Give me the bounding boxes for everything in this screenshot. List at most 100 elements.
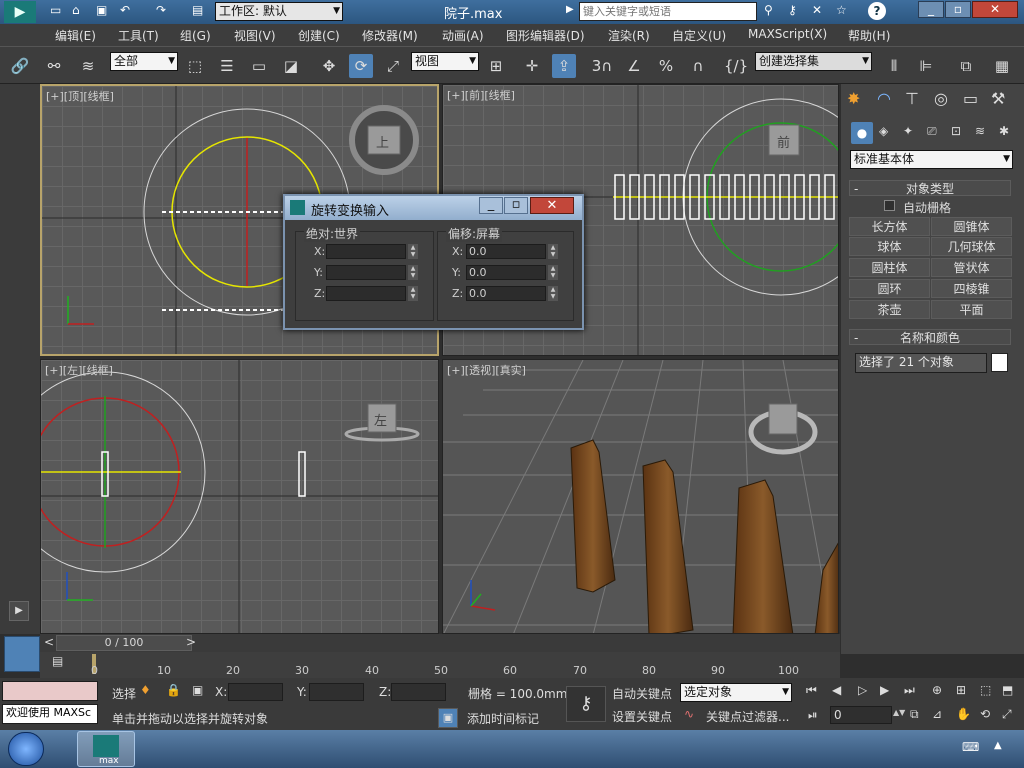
geometry-icon[interactable]: ● — [851, 122, 873, 144]
geosphere-button[interactable]: 几何球体 — [931, 237, 1012, 256]
viewport-top-label[interactable]: [+][顶][线框] — [46, 88, 114, 104]
cylinder-button[interactable]: 圆柱体 — [849, 258, 930, 277]
snap-toggle-icon[interactable]: 3∩ — [590, 54, 614, 78]
name-color-rollout[interactable]: - 名称和颜色 — [849, 329, 1011, 345]
window-crossing-icon[interactable]: ◪ — [279, 54, 303, 78]
key-mode-dropdown[interactable]: 选定对象 ▼ — [680, 683, 792, 702]
off-x-spinner[interactable]: ▲ ▼ — [548, 244, 558, 259]
redo-icon[interactable]: ↷ — [156, 3, 166, 17]
scale-icon[interactable]: ⤢ — [381, 54, 405, 78]
modify-tab-icon[interactable]: ◠ — [877, 89, 891, 108]
favorite-icon[interactable]: ☆ — [836, 3, 847, 17]
menu-help[interactable]: 帮助(H) — [848, 27, 890, 44]
tube-button[interactable]: 管状体 — [931, 258, 1012, 277]
viewcube-top-face[interactable]: 上 — [376, 132, 389, 151]
spacewarps-icon[interactable]: ≋ — [975, 124, 985, 138]
dialog-close-button[interactable]: ✕ — [530, 197, 574, 214]
pyramid-button[interactable]: 四棱锥 — [931, 279, 1012, 298]
zoom-extents-icon[interactable]: ⬚ — [980, 683, 991, 697]
edit-named-selection-icon[interactable]: {/} — [724, 54, 748, 78]
frame-spinner[interactable]: ▲▼ — [893, 708, 905, 717]
workspace-dropdown[interactable]: 工作区: 默认 ▼ — [215, 2, 343, 21]
search-input[interactable] — [579, 2, 757, 21]
off-y-field[interactable]: 0.0 — [466, 265, 546, 280]
object-color-swatch[interactable] — [991, 353, 1008, 372]
maxscript-listener-field[interactable]: 欢迎使用 MAXSc — [2, 704, 98, 724]
new-file-icon[interactable]: ▭ — [50, 3, 61, 17]
search-arrow-icon[interactable]: ▶ — [566, 4, 574, 15]
menu-maxscript[interactable]: MAXScript(X) — [748, 27, 827, 41]
create-tab-icon[interactable]: ✸ — [847, 89, 860, 108]
current-frame-field[interactable]: 0 — [830, 706, 892, 724]
display-tab-icon[interactable]: ▭ — [963, 89, 978, 108]
key-mode-toggle-icon[interactable]: ⏯ — [808, 708, 818, 723]
show-desktop-arrow-icon[interactable]: ▲ — [994, 740, 1002, 751]
dialog-title-bar[interactable]: 旋转变换输入 _ ▫ ✕ — [285, 196, 582, 220]
rotate-icon[interactable]: ⟳ — [349, 54, 373, 78]
motion-tab-icon[interactable]: ◎ — [934, 89, 948, 108]
x-coord-field[interactable] — [228, 683, 283, 701]
dialog-minimize-button[interactable]: _ — [479, 197, 503, 214]
primitive-category-dropdown[interactable]: 标准基本体 ▼ — [850, 150, 1013, 169]
time-next-icon[interactable]: > — [186, 635, 196, 649]
absolute-mode-icon[interactable]: ▣ — [192, 683, 203, 697]
time-slider-thumb[interactable]: 0 / 100 — [56, 635, 192, 651]
teapot-button[interactable]: 茶壶 — [849, 300, 930, 319]
rect-selection-icon[interactable]: ▭ — [247, 54, 271, 78]
spinner-snap-icon[interactable]: ∩ — [686, 54, 710, 78]
maxscript-mini-button[interactable]: ▶ — [9, 601, 29, 621]
time-slider[interactable]: < 0 / 100 > — [40, 634, 840, 652]
mirror-icon[interactable]: ⫴ — [882, 54, 906, 78]
lock-selection-icon[interactable]: 🔒 — [166, 683, 181, 697]
zoom-icon[interactable]: ⊕ — [932, 683, 942, 697]
selection-filter-dropdown[interactable]: 全部 ▼ — [110, 52, 178, 71]
named-selection-dropdown[interactable]: 创建选择集 ▼ — [755, 52, 872, 71]
hierarchy-tab-icon[interactable]: ⊤ — [905, 89, 919, 108]
angle-snap-icon[interactable]: ∠ — [622, 54, 646, 78]
viewport-perspective[interactable]: [+][透视][真实] — [442, 359, 839, 634]
help-icon[interactable]: ? — [868, 2, 886, 20]
cone-button[interactable]: 圆锥体 — [931, 217, 1012, 236]
abs-x-field[interactable] — [326, 244, 406, 259]
viewport-left[interactable]: 左 [+][左][线框] — [40, 359, 439, 634]
open-file-icon[interactable]: ⌂ — [72, 3, 80, 17]
time-prev-icon[interactable]: < — [44, 635, 54, 649]
object-name-field[interactable]: 选择了 21 个对象 — [855, 353, 987, 373]
field-of-view-icon[interactable]: ⊿ — [932, 707, 942, 721]
close-button[interactable]: ✕ — [972, 1, 1018, 18]
app-logo-icon[interactable]: ▶ — [4, 1, 36, 23]
menu-graph-editors[interactable]: 图形编辑器(D) — [506, 27, 585, 44]
dialog-maximize-button[interactable]: ▫ — [504, 197, 528, 214]
binoculars-icon[interactable]: ⚲ — [764, 3, 773, 17]
pan-icon[interactable]: ✋ — [956, 707, 971, 721]
prev-frame-icon[interactable]: ◀ — [832, 683, 841, 697]
box-button[interactable]: 长方体 — [849, 217, 930, 236]
set-key-button[interactable]: 设置关键点 — [612, 708, 672, 725]
minimize-button[interactable]: _ — [918, 1, 944, 18]
menu-create[interactable]: 创建(C) — [298, 27, 340, 44]
save-file-icon[interactable]: ▣ — [96, 3, 107, 17]
restore-button[interactable]: ▫ — [945, 1, 971, 18]
abs-z-spinner[interactable]: ▲ ▼ — [408, 286, 418, 301]
menu-edit[interactable]: 编辑(E) — [55, 27, 96, 44]
orbit-icon[interactable]: ⟲ — [980, 707, 990, 721]
menu-tools[interactable]: 工具(T) — [118, 27, 159, 44]
torus-button[interactable]: 圆环 — [849, 279, 930, 298]
select-manipulate-icon[interactable]: ✛ — [520, 54, 544, 78]
time-config-icon[interactable]: ⧉ — [910, 707, 919, 722]
autogrid-checkbox[interactable] — [884, 200, 895, 211]
menu-views[interactable]: 视图(V) — [234, 27, 276, 44]
graphite-tools-icon[interactable]: ▦ — [990, 54, 1014, 78]
menu-modifiers[interactable]: 修改器(M) — [362, 27, 418, 44]
link-icon[interactable]: 🔗 — [8, 54, 32, 78]
add-time-tag-label[interactable]: 添加时间标记 — [467, 710, 539, 727]
abs-y-field[interactable] — [326, 265, 406, 280]
reference-coord-dropdown[interactable]: 视图 ▼ — [411, 52, 479, 71]
shapes-icon[interactable]: ◈ — [879, 124, 888, 138]
y-coord-field[interactable] — [309, 683, 364, 701]
abs-x-spinner[interactable]: ▲ ▼ — [408, 244, 418, 259]
key-icon[interactable]: ⚷ — [788, 3, 797, 17]
select-by-name-icon[interactable]: ☰ — [215, 54, 239, 78]
utilities-tab-icon[interactable]: ⚒ — [991, 89, 1005, 108]
menu-customize[interactable]: 自定义(U) — [672, 27, 726, 44]
